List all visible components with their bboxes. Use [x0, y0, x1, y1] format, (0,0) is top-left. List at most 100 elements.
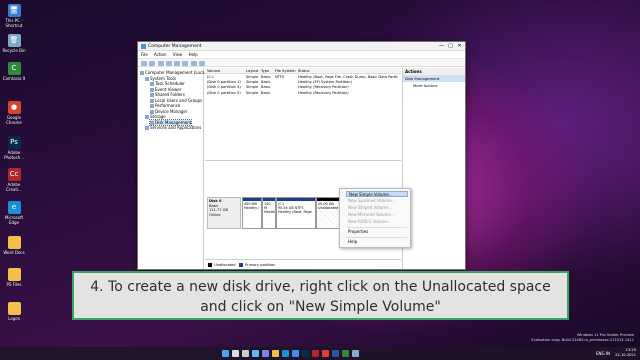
minimize-button[interactable]: — — [437, 43, 446, 50]
volume-table-header: Volume Layout Type File System Status — [205, 68, 401, 74]
tree-item-9[interactable]: Disk Management — [148, 118, 193, 126]
tree-item-10[interactable]: Services and Applications — [145, 125, 201, 130]
tree-item-6[interactable]: Performance — [150, 103, 180, 108]
photoshop-icon[interactable] — [302, 350, 309, 357]
desktop-icon-6[interactable]: e Microsoft Edge — [2, 201, 26, 225]
view-icon[interactable] — [198, 60, 205, 66]
menu-item-new-raid5-volume[interactable]: New RAID-5 Volume... — [348, 219, 408, 225]
forward-icon[interactable] — [149, 60, 156, 66]
column-header-type[interactable]: Type — [261, 68, 274, 74]
properties-icon[interactable] — [165, 60, 172, 66]
menu-separator — [346, 237, 407, 238]
menu-bar: File Action View Help — [138, 51, 465, 59]
menu-view[interactable]: View — [173, 51, 183, 59]
edge-icon[interactable] — [282, 350, 289, 357]
clock[interactable]: 13:29 22-10-2021 — [615, 348, 636, 358]
computer-management-icon[interactable] — [352, 350, 359, 357]
column-header-file-system[interactable]: File System — [275, 68, 297, 74]
tree-item-label: Device Manager — [155, 108, 188, 114]
partition-c[interactable]: (C:) 90.54 GB NTFS Healthy (Boot, Page — [276, 197, 316, 229]
menu-item-new-mirrored-volume[interactable]: New Mirrored Volume... — [348, 212, 408, 218]
language-indicator[interactable]: ENG IN — [596, 351, 610, 356]
back-icon[interactable] — [141, 60, 147, 66]
tree-item-7[interactable]: Device Manager — [150, 109, 187, 114]
search-icon[interactable] — [232, 350, 239, 357]
refresh-icon[interactable] — [182, 60, 189, 66]
computer-management-icon — [141, 44, 146, 49]
folder-icon — [7, 268, 21, 281]
tree-item-1[interactable]: System Tools — [145, 76, 176, 81]
adobe-icon[interactable] — [312, 350, 319, 357]
table-row[interactable]: (Disk 0 partition 5) Simple Basic Healthy (… — [205, 91, 401, 96]
photoshop-icon: Ps — [7, 136, 21, 149]
system-tray[interactable]: ENG IN — [596, 351, 610, 356]
desktop-icon-2[interactable]: C Camtasia 9 — [2, 62, 26, 81]
this-pc-icon: 🖥 — [7, 4, 21, 17]
close-button[interactable]: ✕ — [455, 43, 464, 50]
tree-item-3[interactable]: Event Viewer — [150, 87, 181, 92]
title-bar[interactable]: Computer Management — □ ✕ — [138, 42, 465, 51]
desktop-icon-4[interactable]: Ps Adobe Photosh... — [2, 136, 26, 160]
tree-item-5[interactable]: Local Users and Groups — [150, 98, 202, 103]
word-icon[interactable] — [332, 350, 339, 357]
desktop-icon-3[interactable]: ● Google Chrome — [2, 101, 26, 125]
column-header-volume[interactable]: Volume — [207, 68, 245, 74]
menu-action[interactable]: Action — [154, 51, 167, 59]
tree-item-label: Shared Folders — [155, 92, 185, 97]
file-explorer-icon[interactable] — [272, 350, 279, 357]
tree-item-0[interactable]: Computer Management (Local — [140, 70, 206, 75]
chat-icon[interactable] — [262, 350, 269, 357]
partition-recovery[interactable]: 100 M Health — [262, 197, 276, 229]
desktop-icon-label: Google Chrome — [6, 115, 22, 125]
tree-item-4[interactable]: Shared Folders — [150, 92, 185, 97]
tree-node-icon — [145, 126, 149, 130]
camtasia-icon[interactable] — [342, 350, 349, 357]
desktop-icon-1[interactable]: 🗑 Recycle Bin — [2, 34, 26, 53]
column-header-status[interactable]: Status — [298, 68, 398, 74]
legend-unallocated: Unallocated — [214, 263, 236, 267]
edge-icon: e — [7, 201, 21, 214]
export-icon[interactable] — [190, 60, 197, 66]
chrome-icon[interactable] — [322, 350, 329, 357]
desktop-icon-label: Logos — [8, 316, 20, 321]
maximize-button[interactable]: □ — [446, 43, 455, 50]
watermark-line-2: Evaluation copy. Build 22483.rs_prerelea… — [531, 337, 634, 342]
desktop-icon-9[interactable]: Logos — [2, 302, 26, 321]
tree-item-2[interactable]: Task Scheduler — [150, 81, 185, 86]
start-icon[interactable] — [222, 350, 229, 357]
menu-item-properties[interactable]: Properties — [348, 229, 408, 235]
column-header-layout[interactable]: Layout — [246, 68, 260, 74]
windows-watermark: Windows 11 Pro Insider Preview Evaluatio… — [531, 333, 634, 342]
help-icon[interactable] — [174, 60, 181, 66]
menu-help[interactable]: Help — [189, 51, 198, 59]
tree-item-label: Disk Management — [155, 119, 192, 125]
tree-item-8[interactable]: Storage — [145, 114, 166, 119]
store-icon[interactable] — [292, 350, 299, 357]
tree-item-label: Event Viewer — [155, 86, 182, 92]
disk-status: Online — [209, 212, 221, 217]
context-menu: New Simple Volume... New Spanned Volume.… — [339, 188, 411, 248]
chrome-icon: ● — [7, 101, 21, 114]
partition-unallocated[interactable]: 20.00 GB Unallocated — [316, 197, 340, 229]
desktop-icon-5[interactable]: Cc Adobe Creati... — [2, 168, 26, 192]
tree-node-icon — [150, 87, 154, 92]
menu-item-new-simple-volume[interactable]: New Simple Volume... — [346, 191, 408, 197]
task-view-icon[interactable] — [242, 350, 249, 357]
partition-efi[interactable]: 450 MB Healthy ( — [242, 197, 262, 229]
tree-node-icon — [145, 76, 149, 81]
table-cell: (Disk 0 partition 5) — [207, 90, 241, 95]
more-actions[interactable]: More Actions — [403, 82, 465, 89]
desktop-icon-7[interactable]: Word Docs — [2, 236, 26, 255]
desktop-icon-0[interactable]: 🖥 This PC - Shortcut — [2, 4, 26, 28]
menu-item-new-spanned-volume[interactable]: New Spanned Volume... — [348, 198, 408, 204]
tree-item-label: Local Users and Groups — [155, 97, 203, 103]
widgets-icon[interactable] — [252, 350, 259, 357]
desktop-icon-8[interactable]: PS Files — [2, 268, 26, 287]
menu-item-help[interactable]: Help — [348, 239, 408, 245]
up-icon[interactable] — [157, 60, 164, 66]
menu-item-new-striped-volume[interactable]: New Striped Volume... — [348, 205, 408, 211]
actions-section-disk-management[interactable]: Disk Management — [403, 75, 465, 82]
menu-file[interactable]: File — [141, 51, 148, 59]
tree-node-icon — [150, 120, 154, 125]
disk-0-label[interactable]: Disk 0 Basic 111.77 GB Online — [207, 197, 241, 229]
